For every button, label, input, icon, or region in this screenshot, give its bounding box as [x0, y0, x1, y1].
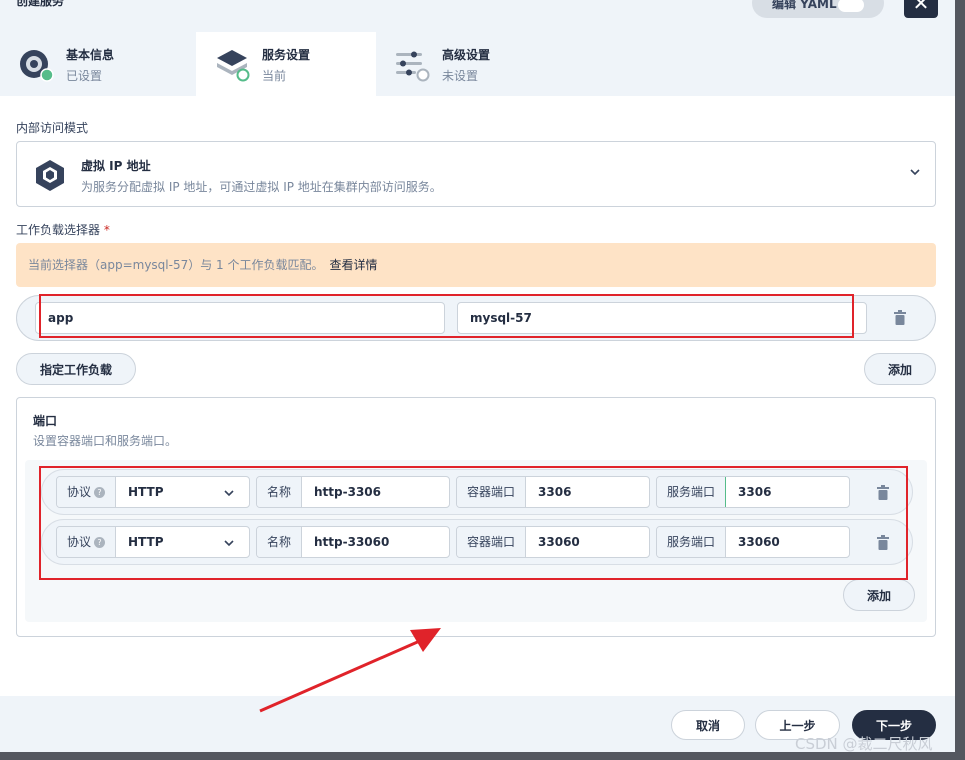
protocol-addon: 协议?: [57, 527, 117, 557]
specify-workload-button[interactable]: 指定工作负载: [16, 353, 136, 385]
protocol-value-text: HTTP: [128, 485, 164, 499]
protocol-select[interactable]: 协议? HTTP: [56, 476, 250, 508]
name-addon: 名称: [257, 477, 303, 507]
workload-selector-label: 工作负载选择器 *: [16, 221, 110, 238]
ports-section: 端口 设置容器端口和服务端口。 协议? HTTP 名称 http-3306 容器…: [16, 397, 936, 637]
trash-icon[interactable]: [876, 535, 890, 550]
protocol-value: HTTP: [116, 527, 249, 557]
step-title: 服务设置: [262, 48, 311, 62]
step-service-settings[interactable]: 服务设置 当前: [196, 32, 376, 96]
ports-description: 设置容器端口和服务端口。: [33, 434, 178, 448]
basic-info-icon: [20, 50, 54, 82]
step-status: 未设置: [442, 69, 479, 83]
add-selector-button[interactable]: 添加: [864, 353, 936, 385]
step-advanced-settings[interactable]: 高级设置 未设置: [376, 32, 556, 96]
selector-key-input[interactable]: app: [35, 302, 445, 334]
port-name-input[interactable]: 名称 http-33060: [256, 526, 450, 558]
workload-selector-label-text: 工作负载选择器: [16, 223, 101, 237]
create-service-dialog: 创建服务 编辑 YAML ✕ 基本信息 已设置 服务设置 当前 高级设置 未设置…: [0, 0, 955, 752]
container-port-input[interactable]: 容器端口 33060: [456, 526, 650, 558]
container-port-value: 33060: [538, 535, 580, 549]
advanced-settings-icon: [396, 51, 430, 82]
selector-match-alert: 当前选择器（app=mysql-57）与 1 个工作负载匹配。 查看详情: [16, 243, 936, 287]
name-addon: 名称: [257, 527, 303, 557]
access-mode-label: 内部访问模式: [16, 121, 89, 135]
toggle-switch-icon: [838, 0, 864, 12]
cancel-button[interactable]: 取消: [671, 710, 745, 740]
service-settings-icon: [217, 50, 250, 82]
help-icon[interactable]: ?: [94, 537, 106, 548]
edit-yaml-toggle[interactable]: 编辑 YAML: [752, 0, 884, 18]
port-name-input[interactable]: 名称 http-3306: [256, 476, 450, 508]
service-port-value: 3306: [725, 477, 849, 507]
chevron-down-icon: [224, 490, 234, 497]
step-status: 已设置: [66, 69, 103, 83]
view-details-link[interactable]: 查看详情: [330, 258, 378, 272]
protocol-addon: 协议?: [57, 477, 117, 507]
trash-icon[interactable]: [893, 310, 907, 325]
container-port-addon: 容器端口: [457, 527, 527, 557]
container-port-value: 3306: [538, 485, 572, 499]
chevron-down-icon: [910, 169, 920, 176]
container-port-addon: 容器端口: [457, 477, 527, 507]
protocol-select[interactable]: 协议? HTTP: [56, 526, 250, 558]
step-basic-info[interactable]: 基本信息 已设置: [0, 32, 180, 96]
service-port-addon: 服务端口: [657, 527, 727, 557]
selector-value-input[interactable]: mysql-57: [457, 302, 867, 334]
access-mode-description: 为服务分配虚拟 IP 地址，可通过虚拟 IP 地址在集群内部访问服务。: [81, 180, 442, 194]
dialog-header: 创建服务 编辑 YAML ✕: [0, 0, 955, 32]
access-mode-select[interactable]: 虚拟 IP 地址 为服务分配虚拟 IP 地址，可通过虚拟 IP 地址在集群内部访…: [16, 141, 936, 207]
close-button[interactable]: ✕: [904, 0, 938, 18]
port-row: 协议? HTTP 名称 http-33060 容器端口 33060 服务端口 3…: [41, 519, 913, 565]
selector-label-row: app mysql-57: [16, 295, 936, 341]
add-port-button[interactable]: 添加: [843, 579, 915, 611]
ports-title: 端口: [33, 414, 58, 428]
service-port-input[interactable]: 服务端口 33060: [656, 526, 850, 558]
port-name-value: http-33060: [314, 535, 390, 549]
service-port-addon: 服务端口: [657, 477, 727, 507]
step-title: 高级设置: [442, 48, 491, 62]
container-port-input[interactable]: 容器端口 3306: [456, 476, 650, 508]
required-mark: *: [103, 223, 110, 237]
watermark: CSDN @裁二尺秋风: [795, 735, 933, 753]
service-port-input[interactable]: 服务端口 3306: [656, 476, 850, 508]
protocol-value: HTTP: [116, 477, 249, 507]
cube-icon: [36, 160, 64, 191]
step-status: 当前: [262, 69, 287, 83]
step-tabs: 基本信息 已设置 服务设置 当前 高级设置 未设置: [0, 32, 955, 96]
access-mode-title: 虚拟 IP 地址: [81, 159, 151, 173]
edit-yaml-label: 编辑 YAML: [772, 0, 837, 11]
protocol-value-text: HTTP: [128, 535, 164, 549]
close-icon: ✕: [912, 0, 930, 15]
help-icon[interactable]: ?: [94, 487, 106, 498]
port-row: 协议? HTTP 名称 http-3306 容器端口 3306 服务端口 330…: [41, 469, 913, 515]
step-title: 基本信息: [66, 48, 115, 62]
port-name-value: http-3306: [314, 485, 381, 499]
protocol-label: 协议: [67, 485, 92, 499]
ports-list: 协议? HTTP 名称 http-3306 容器端口 3306 服务端口 330…: [25, 460, 927, 622]
service-port-value: 33060: [738, 535, 780, 549]
alert-text: 当前选择器（app=mysql-57）与 1 个工作负载匹配。: [28, 258, 324, 272]
trash-icon[interactable]: [876, 485, 890, 500]
chevron-down-icon: [224, 540, 234, 547]
protocol-label: 协议: [67, 535, 92, 549]
dialog-title: 创建服务: [16, 0, 65, 8]
